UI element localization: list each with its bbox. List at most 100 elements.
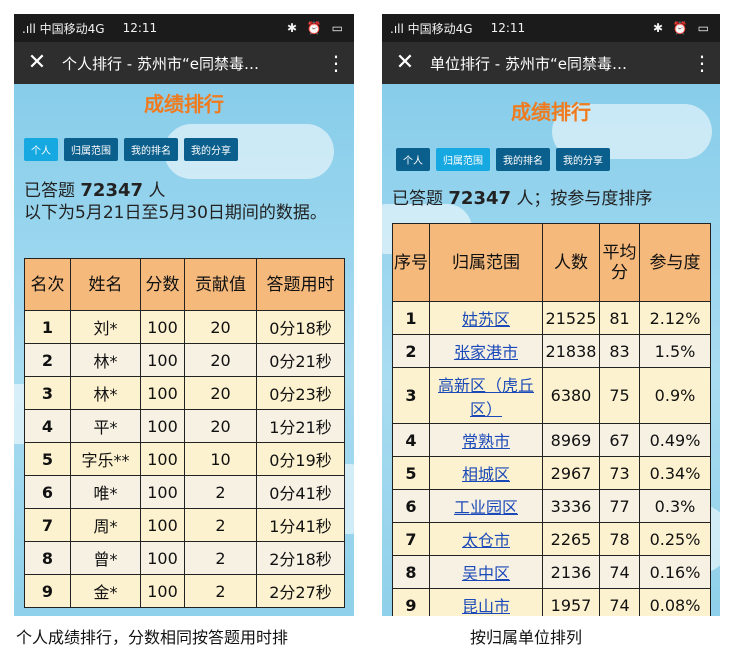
table-row: 7 太仓市 2265 78 0.25% bbox=[392, 522, 711, 556]
cell-affiliation: 常熟市 bbox=[429, 423, 543, 457]
cell-rank: 9 bbox=[24, 574, 71, 608]
page-content: 成绩排行 个人 归属范围 我的排名 我的分享 已答题 72347 人 以下为5月… bbox=[14, 84, 354, 616]
right-phone-screen: .ıll 中国移动4G 12:11 ✱ ⏰ ▭ ✕ 单位排行 - 苏州市“e同禁… bbox=[382, 14, 720, 616]
cell-participation: 0.9% bbox=[639, 367, 711, 424]
cell-average: 81 bbox=[599, 301, 640, 335]
header-average: 平均分 bbox=[599, 223, 640, 302]
tab-my-share[interactable]: 我的分享 bbox=[556, 148, 610, 171]
cell-count: 3336 bbox=[542, 489, 600, 523]
cell-time: 0分41秒 bbox=[256, 475, 345, 509]
cell-contribution: 10 bbox=[184, 442, 257, 476]
affiliation-link[interactable]: 常熟市 bbox=[462, 432, 510, 451]
tab-personal[interactable]: 个人 bbox=[396, 148, 430, 171]
table-row: 6 工业园区 3336 77 0.3% bbox=[392, 489, 711, 523]
page-title: 成绩排行 bbox=[144, 92, 224, 116]
header-count: 人数 bbox=[542, 223, 600, 302]
cell-time: 0分23秒 bbox=[256, 376, 345, 410]
close-icon[interactable]: ✕ bbox=[392, 52, 418, 74]
answered-prefix: 已答题 bbox=[392, 189, 443, 209]
cell-name: 平* bbox=[70, 409, 141, 443]
left-caption: 个人成绩排行，分数相同按答题用时排 bbox=[16, 628, 289, 647]
cell-score: 100 bbox=[140, 409, 185, 443]
cell-index: 3 bbox=[392, 367, 430, 424]
cell-affiliation: 昆山市 bbox=[429, 588, 543, 616]
cell-contribution: 20 bbox=[184, 310, 257, 344]
header-index: 序号 bbox=[392, 223, 430, 302]
header-affiliation: 归属范围 bbox=[429, 223, 543, 302]
answered-suffix: 人；按参与度排序 bbox=[516, 189, 653, 209]
page-content: 成绩排行 个人 归属范围 我的排名 我的分享 已答题 72347 人；按参与度排… bbox=[382, 84, 720, 616]
cell-affiliation: 太仓市 bbox=[429, 522, 543, 556]
clock: 12:11 bbox=[122, 21, 158, 35]
cell-score: 100 bbox=[140, 442, 185, 476]
cell-index: 6 bbox=[392, 489, 430, 523]
answered-suffix: 人 bbox=[148, 181, 166, 201]
cell-score: 100 bbox=[140, 343, 185, 377]
close-icon[interactable]: ✕ bbox=[24, 52, 50, 74]
affiliation-link[interactable]: 高新区（虎丘区） bbox=[438, 376, 534, 419]
right-caption: 按归属单位排列 bbox=[470, 628, 583, 647]
cell-participation: 2.12% bbox=[639, 301, 711, 335]
cell-average: 75 bbox=[599, 367, 640, 424]
cell-count: 21838 bbox=[542, 334, 600, 368]
answered-summary: 已答题 72347 人 以下为5月21日至5月30日期间的数据。 bbox=[24, 180, 344, 224]
cell-rank: 1 bbox=[24, 310, 71, 344]
affiliation-link[interactable]: 太仓市 bbox=[462, 531, 510, 550]
window-title: 个人排行 - 苏州市“e同禁毒… bbox=[62, 54, 259, 73]
affiliation-link[interactable]: 工业园区 bbox=[454, 498, 518, 517]
table-row: 5 相城区 2967 73 0.34% bbox=[392, 456, 711, 490]
cell-name: 刘* bbox=[70, 310, 141, 344]
tab-affiliation[interactable]: 归属范围 bbox=[64, 138, 118, 161]
cell-rank: 5 bbox=[24, 442, 71, 476]
status-icons: ✱ ⏰ ▭ bbox=[653, 21, 712, 35]
cell-time: 0分18秒 bbox=[256, 310, 345, 344]
personal-ranking-table: 名次 姓名 分数 贡献值 答题用时 1 刘* 100 20 0分18秒 2 林* 100 20 0… bbox=[24, 258, 345, 608]
status-bar: .ıll 中国移动4G 12:11 ✱ ⏰ ▭ bbox=[382, 14, 720, 42]
affiliation-link[interactable]: 姑苏区 bbox=[462, 310, 510, 329]
table-row: 9 昆山市 1957 74 0.08% bbox=[392, 588, 711, 616]
cell-index: 7 bbox=[392, 522, 430, 556]
affiliation-link[interactable]: 相城区 bbox=[462, 465, 510, 484]
cell-average: 67 bbox=[599, 423, 640, 457]
tab-my-rank[interactable]: 我的排名 bbox=[496, 148, 550, 171]
cell-count: 8969 bbox=[542, 423, 600, 457]
cell-index: 5 bbox=[392, 456, 430, 490]
status-bar: .ıll 中国移动4G 12:11 ✱ ⏰ ▭ bbox=[14, 14, 354, 42]
table-row: 8 曾* 100 2 2分18秒 bbox=[24, 541, 345, 575]
cell-average: 74 bbox=[599, 588, 640, 616]
cell-affiliation: 吴中区 bbox=[429, 555, 543, 589]
table-row: 4 常熟市 8969 67 0.49% bbox=[392, 423, 711, 457]
affiliation-link[interactable]: 张家港市 bbox=[454, 343, 518, 362]
tab-my-rank[interactable]: 我的排名 bbox=[124, 138, 178, 161]
cell-contribution: 2 bbox=[184, 475, 257, 509]
title-bar: ✕ 个人排行 - 苏州市“e同禁毒… ⋮ bbox=[14, 42, 354, 84]
cell-affiliation: 相城区 bbox=[429, 456, 543, 490]
cell-count: 2265 bbox=[542, 522, 600, 556]
answered-summary: 已答题 72347 人；按参与度排序 bbox=[392, 188, 710, 210]
tab-bar: 个人 归属范围 我的排名 我的分享 bbox=[396, 148, 610, 171]
table-row: 3 林* 100 20 0分23秒 bbox=[24, 376, 345, 410]
cell-index: 1 bbox=[392, 301, 430, 335]
tab-my-share[interactable]: 我的分享 bbox=[184, 138, 238, 161]
tab-bar: 个人 归属范围 我的排名 我的分享 bbox=[24, 138, 238, 161]
cell-score: 100 bbox=[140, 310, 185, 344]
table-row: 7 周* 100 2 1分41秒 bbox=[24, 508, 345, 542]
cell-count: 2967 bbox=[542, 456, 600, 490]
cell-index: 4 bbox=[392, 423, 430, 457]
table-row: 9 金* 100 2 2分27秒 bbox=[24, 574, 345, 608]
cell-affiliation: 工业园区 bbox=[429, 489, 543, 523]
more-options-icon[interactable]: ⋮ bbox=[326, 51, 346, 75]
cell-rank: 6 bbox=[24, 475, 71, 509]
tab-affiliation[interactable]: 归属范围 bbox=[436, 148, 490, 171]
affiliation-link[interactable]: 吴中区 bbox=[462, 564, 510, 583]
unit-ranking-table: 序号 归属范围 人数 平均分 参与度 1 姑苏区 21525 81 2.12% 2 张家港市… bbox=[392, 223, 711, 616]
header-rank: 名次 bbox=[24, 258, 71, 311]
tab-personal[interactable]: 个人 bbox=[24, 138, 58, 161]
more-options-icon[interactable]: ⋮ bbox=[692, 51, 712, 75]
cell-time: 1分21秒 bbox=[256, 409, 345, 443]
cell-average: 77 bbox=[599, 489, 640, 523]
cell-count: 1957 bbox=[542, 588, 600, 616]
cell-contribution: 20 bbox=[184, 376, 257, 410]
cell-name: 曾* bbox=[70, 541, 141, 575]
affiliation-link[interactable]: 昆山市 bbox=[462, 597, 510, 616]
